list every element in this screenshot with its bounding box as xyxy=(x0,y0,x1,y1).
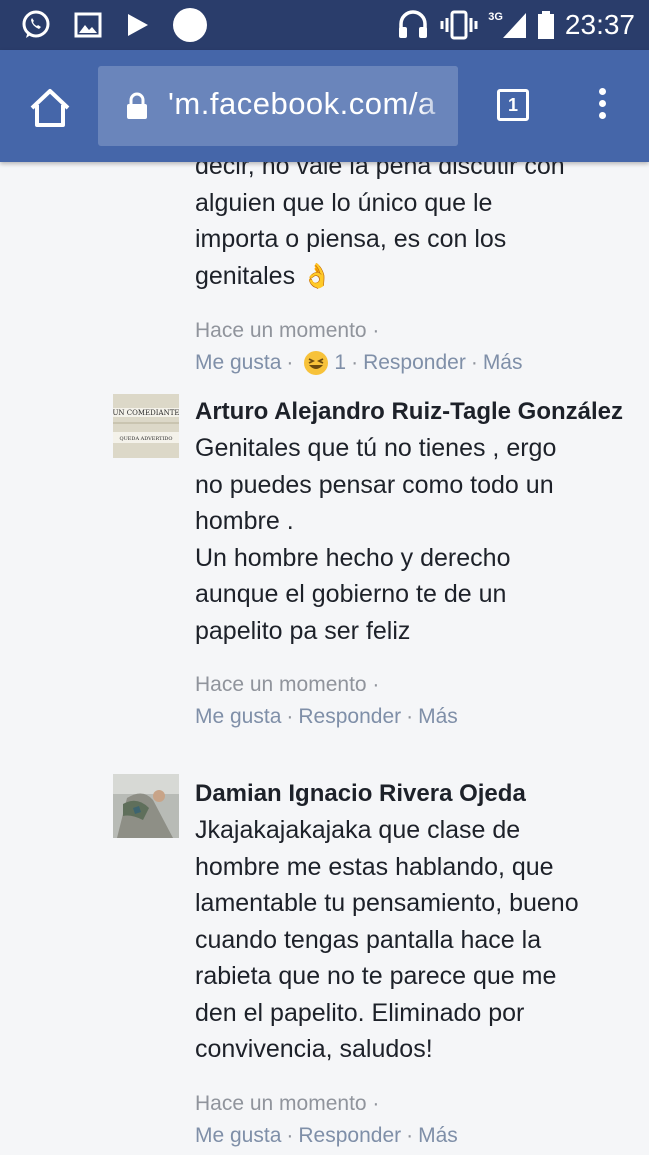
avatar[interactable] xyxy=(113,774,179,838)
vibrate-icon xyxy=(440,10,478,40)
separator: · xyxy=(286,351,294,374)
battery-icon xyxy=(537,11,554,39)
more-link[interactable]: Más xyxy=(483,347,523,379)
separator: · xyxy=(406,1123,414,1147)
like-link[interactable]: Me gusta xyxy=(195,347,281,379)
browser-toolbar: 'm.facebook.com/a 1 xyxy=(0,50,649,162)
home-icon[interactable] xyxy=(28,86,72,130)
gallery-icon xyxy=(74,12,102,38)
signal-icon xyxy=(502,13,526,38)
comment-actions: Me gusta · Responder · Más xyxy=(195,701,635,733)
avatar-image xyxy=(113,774,179,838)
separator: · xyxy=(470,351,478,374)
comment-timestamp: Hace un momento · xyxy=(195,673,380,696)
comment-timestamp: Hace un momento · xyxy=(195,319,380,342)
comment-text: Jkajakajakajaka que clase de hombre me e… xyxy=(195,816,579,1063)
haha-reaction-icon[interactable] xyxy=(304,351,329,375)
avatar[interactable]: UN COMEDIANTE QUEDA ADVERTIDO xyxy=(113,394,179,458)
reply-link[interactable]: Responder xyxy=(298,701,401,733)
circle-icon xyxy=(173,8,207,42)
like-link[interactable]: Me gusta xyxy=(195,1120,281,1152)
headset-icon xyxy=(399,10,428,38)
comment-author[interactable]: Damian Ignacio Rivera Ojeda xyxy=(195,776,635,812)
comment-thread: decir, no vale la pena discutir con algu… xyxy=(0,162,649,1155)
reply-link[interactable]: Responder xyxy=(298,1120,401,1152)
separator: · xyxy=(351,351,359,374)
comment-text: Genitales que tú no tienes , ergo no pue… xyxy=(195,434,557,645)
avatar-image: UN COMEDIANTE QUEDA ADVERTIDO xyxy=(113,394,179,458)
tab-switcher-button[interactable]: 1 xyxy=(497,89,529,121)
comment-actions: Me gusta · 1 · Responder · Más xyxy=(195,347,635,379)
comment-author[interactable]: Arturo Alejandro Ruiz-Tagle González xyxy=(195,394,635,430)
whatsapp-icon xyxy=(22,10,50,38)
comment-actions: Me gusta · Responder · Más xyxy=(195,1120,635,1152)
avatar-text-bottom: QUEDA ADVERTIDO xyxy=(119,436,172,442)
network-type-label: 3G xyxy=(488,11,503,23)
separator: · xyxy=(406,705,414,728)
ok-hand-emoji: 👌 xyxy=(302,262,332,290)
comment-text: decir, no vale la pena discutir con algu… xyxy=(195,162,635,295)
play-icon xyxy=(128,14,148,36)
reaction-count[interactable]: 1 xyxy=(334,347,346,379)
more-link[interactable]: Más xyxy=(418,701,458,733)
more-link[interactable]: Más xyxy=(418,1120,458,1152)
url-value: m.facebook.com/a xyxy=(174,86,436,121)
separator: · xyxy=(286,705,294,728)
overflow-menu-icon[interactable] xyxy=(596,88,608,124)
separator: · xyxy=(286,1123,294,1147)
clock: 23:37 xyxy=(564,9,635,40)
like-link[interactable]: Me gusta xyxy=(195,701,281,733)
reply-link[interactable]: Responder xyxy=(363,347,466,379)
lock-icon xyxy=(127,92,147,119)
comment-timestamp: Hace un momento · xyxy=(195,1091,380,1115)
url-fade xyxy=(418,66,458,146)
status-bar: 3G 23:37 xyxy=(0,0,649,50)
address-bar[interactable]: 'm.facebook.com/a xyxy=(98,66,458,146)
url-text: 'm.facebook.com/a xyxy=(168,86,436,122)
avatar-text-top: UN COMEDIANTE xyxy=(113,409,179,417)
comment-text-content: decir, no vale la pena discutir con algu… xyxy=(195,162,565,290)
